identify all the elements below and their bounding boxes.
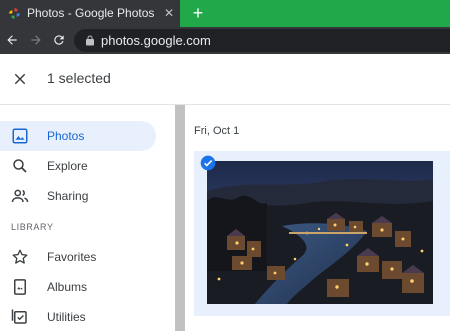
tab-title: Photos - Google Photos xyxy=(27,6,155,20)
address-bar[interactable]: photos.google.com xyxy=(74,29,450,52)
night-town-photo[interactable] xyxy=(207,161,433,304)
sidebar-item-albums[interactable]: Albums xyxy=(0,272,156,302)
utilities-icon xyxy=(11,309,27,324)
lock-icon xyxy=(86,35,94,46)
date-group-heading: Fri, Oct 1 xyxy=(194,125,240,137)
sidebar-item-explore[interactable]: Explore xyxy=(0,151,156,181)
close-icon[interactable] xyxy=(11,70,29,88)
reload-icon xyxy=(54,35,64,45)
selection-bar: 1 selected xyxy=(0,54,450,105)
sidebar-item-label: Sharing xyxy=(47,189,89,203)
google-photos-favicon xyxy=(9,8,20,19)
browser-tabstrip: Photos - Google Photos ✕ + xyxy=(0,0,450,27)
photo-tile-selected[interactable] xyxy=(194,151,450,316)
browser-toolbar: photos.google.com xyxy=(0,27,450,54)
reload-button[interactable] xyxy=(50,31,68,49)
sidebar-item-favorites[interactable]: Favorites xyxy=(0,242,156,272)
star-icon xyxy=(12,249,28,264)
forward-button[interactable] xyxy=(27,31,45,49)
browser-tab[interactable]: Photos - Google Photos ✕ xyxy=(0,0,180,27)
search-icon xyxy=(13,159,27,173)
photo-icon xyxy=(12,128,28,144)
new-tab-button[interactable]: + xyxy=(189,4,207,22)
selected-count: 1 selected xyxy=(47,70,111,86)
album-icon xyxy=(14,279,26,295)
sidebar-item-photos[interactable]: Photos xyxy=(0,121,156,151)
sidebar: Photos Explore Sharing LIBRARY Favorites… xyxy=(0,105,170,331)
selected-check-icon[interactable] xyxy=(200,155,216,171)
people-icon xyxy=(11,189,29,203)
sidebar-item-sharing[interactable]: Sharing xyxy=(0,181,156,211)
url-text: photos.google.com xyxy=(101,33,211,48)
library-heading: LIBRARY xyxy=(11,222,54,232)
sidebar-item-label: Photos xyxy=(47,129,85,143)
back-arrow-icon xyxy=(7,35,17,45)
sidebar-item-utilities[interactable]: Utilities xyxy=(0,302,156,332)
sidebar-item-label: Explore xyxy=(47,159,88,173)
sidebar-item-label: Albums xyxy=(47,280,88,294)
sidebar-scrollbar[interactable] xyxy=(175,105,185,331)
sidebar-item-label: Favorites xyxy=(47,250,97,264)
close-tab-icon[interactable]: ✕ xyxy=(162,5,176,21)
forward-arrow-icon xyxy=(31,35,41,45)
sidebar-item-label: Utilities xyxy=(47,310,86,324)
back-button[interactable] xyxy=(3,31,21,49)
photo-grid: Fri, Oct 1 xyxy=(185,105,450,331)
